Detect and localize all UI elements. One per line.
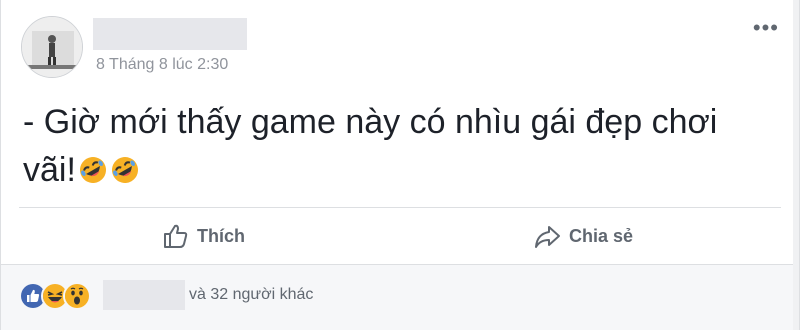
author-name-redacted (93, 18, 247, 50)
avatar[interactable] (21, 16, 83, 78)
reaction-summary[interactable]: và 32 người khác (189, 286, 313, 304)
share-button[interactable]: Chia sẻ (533, 220, 633, 252)
wow-reaction-icon (63, 282, 91, 310)
post-timestamp[interactable]: 8 Tháng 8 lúc 2:30 (96, 56, 228, 74)
share-label: Chia sẻ (569, 225, 634, 246)
post-card: 8 Tháng 8 lúc 2:30 ••• - Giờ mới thấy ga… (0, 0, 800, 330)
reaction-icons[interactable] (19, 282, 91, 310)
post-body: - Giờ mới thấy game này có nhìu gái đẹp … (23, 98, 743, 194)
like-label: Thích (197, 225, 245, 246)
reactor-names-redacted (103, 280, 185, 310)
divider (19, 207, 781, 208)
scrollbar-track (793, 0, 799, 330)
like-button[interactable]: Thích (161, 220, 245, 252)
share-arrow-icon (535, 226, 560, 248)
more-options-icon[interactable]: ••• (753, 17, 779, 39)
thumbs-up-icon (164, 224, 188, 248)
rolling-on-floor-laughing-emoji-icon (110, 150, 140, 183)
rolling-on-floor-laughing-emoji-icon (78, 150, 108, 183)
